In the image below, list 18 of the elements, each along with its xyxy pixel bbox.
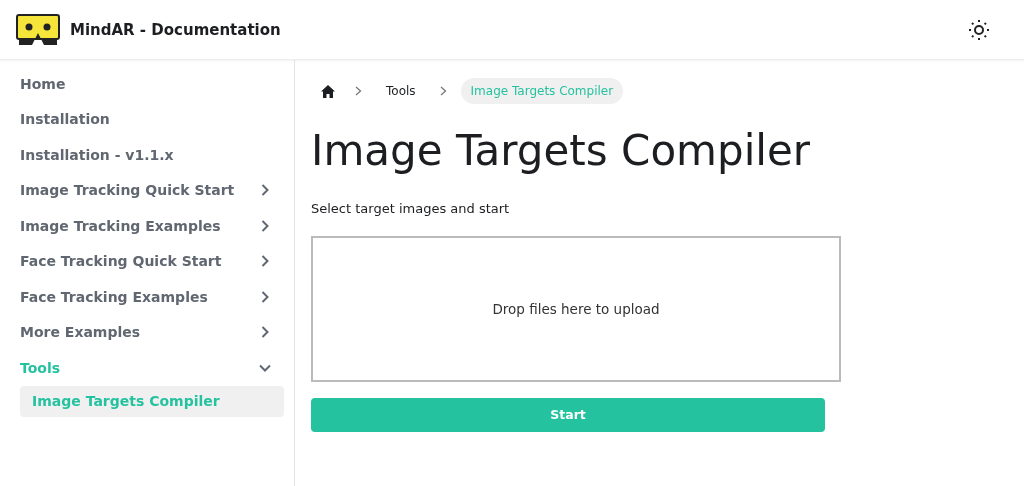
site-title[interactable]: MindAR - Documentation xyxy=(70,20,281,39)
instructions-text: Select target images and start xyxy=(311,200,511,216)
sidebar-item[interactable]: Image Tracking Examples xyxy=(8,208,284,244)
theme-toggle-icon[interactable] xyxy=(968,18,990,41)
logo-icon[interactable] xyxy=(16,13,60,46)
breadcrumb-item[interactable]: Tools xyxy=(376,78,426,104)
chevron-right-icon xyxy=(439,86,447,96)
sidebar-item[interactable]: Face Tracking Quick Start xyxy=(8,243,284,279)
sidebar-item[interactable]: Installation - v1.1.x xyxy=(8,137,284,173)
page-title: Image Targets Compiler xyxy=(311,125,812,177)
sidebar-item[interactable]: Installation xyxy=(8,101,284,137)
sidebar-item[interactable]: Image Tracking Quick Start xyxy=(8,172,284,208)
chevron-right-icon xyxy=(355,86,362,96)
sidebar-item[interactable]: Face Tracking Examples xyxy=(8,279,284,315)
file-dropzone[interactable]: Drop files here to upload xyxy=(311,235,841,382)
sidebar-item[interactable]: More Examples xyxy=(8,314,284,350)
sidebar-item[interactable]: Home xyxy=(8,66,284,102)
home-icon[interactable] xyxy=(321,84,335,98)
